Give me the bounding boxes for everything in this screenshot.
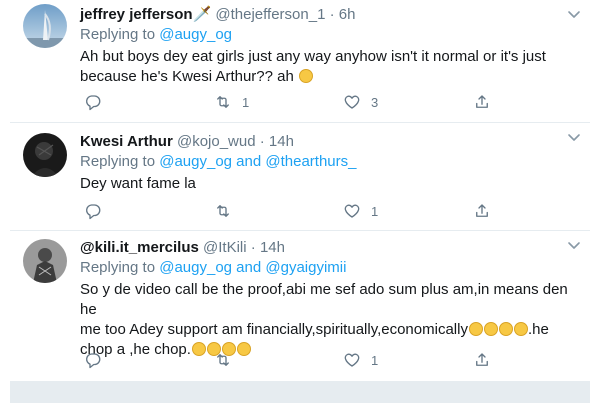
timestamp[interactable]: 6h: [339, 6, 356, 23]
tweet-text-line: me too Adey support am financially,spiri…: [80, 320, 570, 340]
share-icon: [476, 353, 488, 366]
tweet-text-content: Ah but boys dey eat girls just any way a…: [80, 48, 546, 85]
retweet-button[interactable]: [214, 350, 242, 370]
like-count: 1: [371, 352, 379, 368]
tweet-actions: 1: [80, 201, 590, 221]
share-button[interactable]: [473, 92, 491, 112]
heart-icon: [344, 353, 360, 367]
replying-to: Replying to @augy_og: [80, 25, 570, 45]
tweet-body: @kili.it_mercilus @ItKili · 14h Replying…: [80, 238, 570, 360]
retweet-icon: [217, 354, 229, 366]
heart-icon: [344, 95, 360, 109]
retweet-icon: [217, 96, 229, 108]
like-count: 1: [371, 203, 379, 219]
avatar[interactable]: [23, 133, 67, 177]
separator: ·: [259, 133, 265, 150]
replying-prefix: Replying to: [80, 26, 160, 43]
avatar[interactable]: [23, 4, 67, 48]
replying-and: and: [232, 153, 266, 170]
retweet-button[interactable]: [214, 201, 242, 221]
grin-emoji-icon: [498, 322, 513, 336]
like-count: 3: [371, 94, 379, 110]
share-button[interactable]: [473, 201, 491, 221]
reply-button[interactable]: [84, 350, 112, 370]
replying-to: Replying to @augy_og and @gyaigyimii: [80, 258, 570, 278]
tweet-body: Kwesi Arthur @kojo_wud · 14h Replying to…: [80, 132, 570, 194]
mention-link[interactable]: @thearthurs_: [265, 153, 356, 170]
like-button[interactable]: 1: [343, 201, 378, 221]
retweet-icon: [217, 205, 229, 217]
replying-and: and: [232, 259, 266, 276]
tweet-header: @kili.it_mercilus @ItKili · 14h: [80, 238, 570, 258]
retweet-count: 1: [242, 94, 250, 110]
display-name[interactable]: Kwesi Arthur: [80, 133, 173, 150]
replying-to: Replying to @augy_og and @thearthurs_: [80, 152, 570, 172]
mention-link[interactable]: @augy_og: [159, 153, 232, 170]
chevron-down-icon[interactable]: [566, 237, 582, 253]
tweet-text-content: .he: [527, 321, 549, 338]
avatar-image: [23, 4, 67, 48]
mention-link[interactable]: @augy_og: [159, 26, 232, 43]
tweet-header: jeffrey jefferson🗡️ @thejefferson_1 · 6h: [80, 5, 570, 25]
tweet[interactable]: jeffrey jefferson🗡️ @thejefferson_1 · 6h…: [10, 0, 590, 123]
rofl-emoji-icon: [483, 322, 498, 336]
mention-link[interactable]: @augy_og: [159, 259, 232, 276]
separator: ·: [329, 6, 335, 23]
display-name[interactable]: @kili.it_mercilus: [80, 239, 199, 256]
tweet-text: Dey want fame la: [80, 175, 196, 192]
tweet-text: Ah but boys dey eat girls just any way a…: [80, 47, 570, 87]
display-name[interactable]: jeffrey jefferson🗡️: [80, 6, 211, 23]
retweet-button[interactable]: 1: [214, 92, 249, 112]
timestamp[interactable]: 14h: [260, 239, 285, 256]
timeline-divider: [10, 381, 590, 403]
tweet-body: jeffrey jefferson🗡️ @thejefferson_1 · 6h…: [80, 5, 570, 87]
tweet-text-line: So y de video call be the proof,abi me s…: [80, 281, 568, 318]
share-button[interactable]: [473, 350, 491, 370]
user-handle[interactable]: @kojo_wud: [177, 133, 256, 150]
grin-emoji-icon: [513, 322, 528, 336]
timestamp[interactable]: 14h: [269, 133, 294, 150]
tweet[interactable]: @kili.it_mercilus @ItKili · 14h Replying…: [10, 231, 590, 381]
joy-emoji-icon: [299, 69, 314, 83]
tweet-header: Kwesi Arthur @kojo_wud · 14h: [80, 132, 570, 152]
chevron-down-icon[interactable]: [566, 129, 582, 145]
chevron-down-icon[interactable]: [566, 6, 582, 22]
avatar-image: [23, 239, 67, 283]
separator: ·: [250, 239, 256, 256]
like-button[interactable]: 3: [343, 92, 378, 112]
reply-icon: [86, 95, 101, 111]
user-handle[interactable]: @ItKili: [203, 239, 247, 256]
mention-link[interactable]: @gyaigyimii: [265, 259, 346, 276]
tweet-text: So y de video call be the proof,abi me s…: [80, 280, 570, 360]
reply-button[interactable]: [84, 92, 112, 112]
avatar[interactable]: [23, 239, 67, 283]
rofl-emoji-icon: [468, 322, 483, 336]
user-handle[interactable]: @thejefferson_1: [215, 6, 325, 23]
tweet-text-content: me too Adey support am financially,spiri…: [80, 321, 468, 338]
reply-button[interactable]: [84, 201, 112, 221]
tweet-actions: 1: [80, 350, 590, 370]
like-button[interactable]: 1: [343, 350, 378, 370]
share-icon: [476, 204, 488, 217]
reply-icon: [86, 353, 101, 369]
share-icon: [476, 95, 488, 108]
replying-prefix: Replying to: [80, 153, 160, 170]
avatar-image: [23, 133, 67, 177]
replying-prefix: Replying to: [80, 259, 160, 276]
reply-icon: [86, 204, 101, 220]
tweet-thread: jeffrey jefferson🗡️ @thejefferson_1 · 6h…: [0, 0, 600, 403]
tweet[interactable]: Kwesi Arthur @kojo_wud · 14h Replying to…: [10, 123, 590, 231]
tweet-actions: 1 3: [80, 92, 590, 112]
heart-icon: [344, 204, 360, 218]
